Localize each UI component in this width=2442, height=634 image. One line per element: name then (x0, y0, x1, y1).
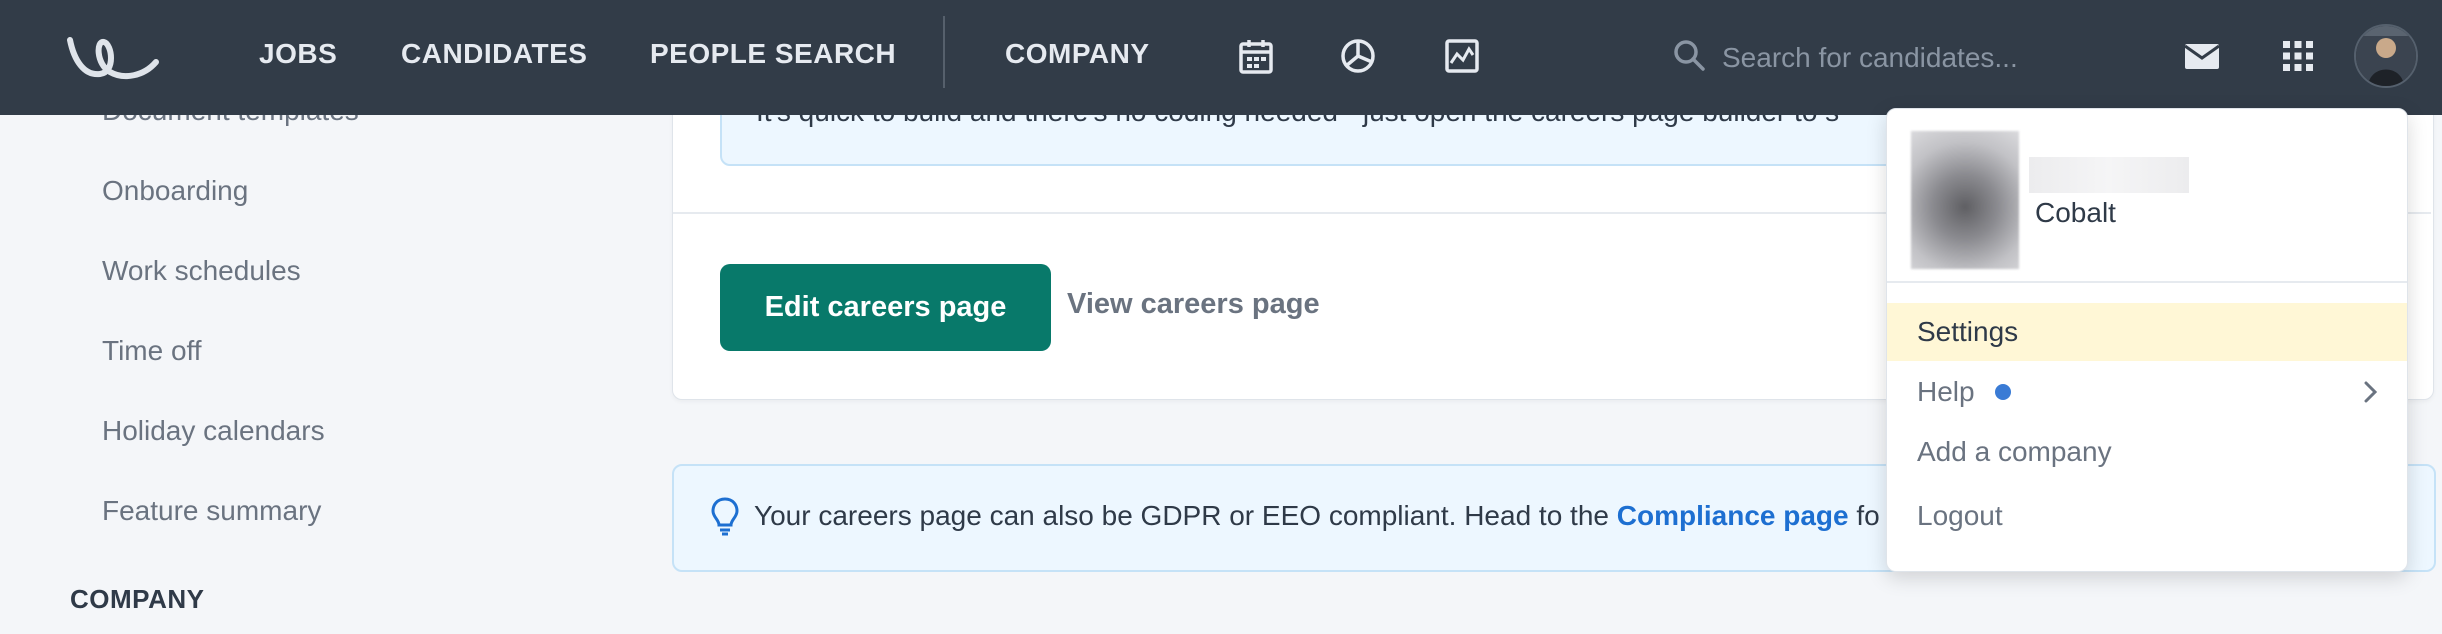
nav-divider (943, 16, 945, 88)
menu-item-help[interactable]: Help (1887, 363, 2407, 421)
compliance-page-link[interactable]: Compliance page (1617, 500, 1849, 531)
nav-people-search[interactable]: PEOPLE SEARCH (650, 36, 896, 72)
sidebar-item-feature-summary[interactable]: Feature summary (102, 495, 321, 527)
chevron-right-icon (2364, 381, 2378, 403)
blurred-profile-photo (1911, 131, 2019, 269)
menu-item-logout-label: Logout (1917, 500, 2003, 531)
menu-item-settings-label: Settings (1917, 316, 2019, 347)
view-careers-page-link[interactable]: View careers page (1067, 288, 1320, 321)
top-navigation-bar: JOBS CANDIDATES PEOPLE SEARCH COMPANY (0, 0, 2442, 115)
menu-item-add-company[interactable]: Add a company (1887, 423, 2407, 481)
sidebar-item-onboarding[interactable]: Onboarding (102, 175, 248, 207)
apps-grid-icon[interactable] (2278, 36, 2318, 76)
nav-candidates[interactable]: CANDIDATES (401, 36, 587, 72)
calendar-icon[interactable] (1236, 36, 1276, 76)
account-dropdown-menu: Cobalt Settings Help Add a company Logou… (1886, 108, 2408, 572)
nav-jobs[interactable]: JOBS (259, 36, 337, 72)
notification-dot-icon (1995, 384, 2011, 400)
search-icon (1674, 40, 1705, 71)
dropdown-divider (1887, 281, 2407, 283)
user-avatar[interactable] (2354, 24, 2418, 88)
lightbulb-icon (711, 497, 739, 536)
menu-item-help-label: Help (1917, 376, 1975, 407)
sidebar-item-holiday-calendars[interactable]: Holiday calendars (102, 415, 325, 447)
menu-item-add-company-label: Add a company (1917, 436, 2112, 467)
pie-chart-icon[interactable] (1338, 36, 1378, 76)
menu-item-logout[interactable]: Logout (1887, 487, 2407, 545)
candidate-search-input[interactable] (1720, 34, 2144, 82)
sidebar-item-work-schedules[interactable]: Work schedules (102, 255, 301, 287)
mail-icon[interactable] (2182, 36, 2222, 76)
edit-careers-page-button[interactable]: Edit careers page (720, 264, 1051, 351)
menu-item-settings[interactable]: Settings (1887, 303, 2407, 361)
settings-sidebar: Document templates Onboarding Work sched… (0, 95, 660, 634)
tip-text-before: Your careers page can also be GDPR or EE… (754, 500, 1617, 531)
tip-text-after: fo (1848, 500, 1880, 531)
blurred-user-name (2029, 157, 2189, 193)
activity-chart-icon[interactable] (1442, 36, 1482, 76)
user-photo-icon (2356, 26, 2416, 86)
compliance-tip-text: Your careers page can also be GDPR or EE… (754, 500, 1880, 532)
app-logo-icon[interactable] (66, 30, 162, 82)
sidebar-section-company: COMPANY (70, 584, 205, 614)
sidebar-item-time-off[interactable]: Time off (102, 335, 202, 367)
nav-company[interactable]: COMPANY (1005, 36, 1150, 72)
account-company-name: Cobalt (2035, 197, 2116, 228)
